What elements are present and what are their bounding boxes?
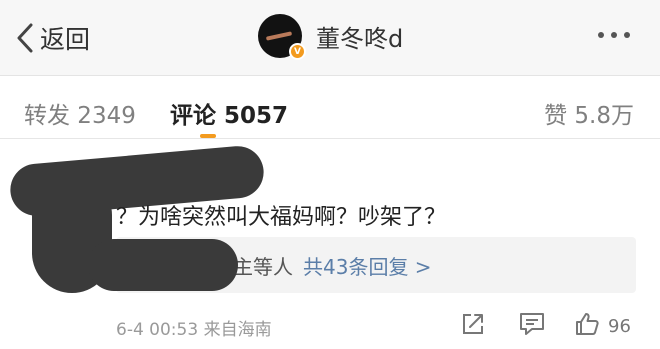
tab-bar: 转发 2349 评论 5057 赞 5.8万 <box>0 88 660 138</box>
top-navbar: 返回 V 董冬咚d <box>0 0 660 76</box>
view-replies-link[interactable]: 共43条回复 > <box>303 251 432 280</box>
dot <box>598 32 604 38</box>
comment-text: ？为啥突然叫大福妈啊？吵架了？ <box>116 205 447 230</box>
comment-icon <box>518 311 546 341</box>
comment-source: 来自海南 <box>203 320 272 340</box>
tab-comment[interactable]: 评论 5057 <box>170 96 288 130</box>
avatar[interactable]: V <box>258 14 306 60</box>
more-dots-icon[interactable] <box>598 28 630 42</box>
tab-repost[interactable]: 转发 2349 <box>24 96 136 130</box>
like-count: 96 <box>608 315 631 337</box>
profile-header[interactable]: V 董冬咚d <box>258 14 403 60</box>
back-chevron-icon <box>16 22 34 54</box>
share-button[interactable] <box>460 311 486 341</box>
dot <box>624 32 630 38</box>
avatar-decoration <box>265 31 293 41</box>
username[interactable]: 董冬咚d <box>316 19 403 54</box>
like-button[interactable]: 96 <box>574 311 631 341</box>
tab-like[interactable]: 赞 5.8万 <box>544 96 634 130</box>
comment-item: ？为啥突然叫大福妈啊？吵架了？ 主等人 共43条回复 > 6-4 00:53 来… <box>0 139 660 349</box>
comment-meta: 6-4 00:53 来自海南 <box>116 315 272 340</box>
back-label: 返回 <box>40 25 91 54</box>
comment-button[interactable] <box>518 311 546 341</box>
comment-timestamp: 6-4 00:53 <box>116 320 199 340</box>
thumbs-up-icon <box>574 311 600 341</box>
dot <box>611 32 617 38</box>
redaction-mark <box>88 239 238 291</box>
verified-v-icon: V <box>289 43 306 60</box>
share-icon <box>460 311 486 341</box>
replies-names[interactable]: 主等人 <box>233 251 293 280</box>
back-button[interactable]: 返回 <box>16 18 90 58</box>
